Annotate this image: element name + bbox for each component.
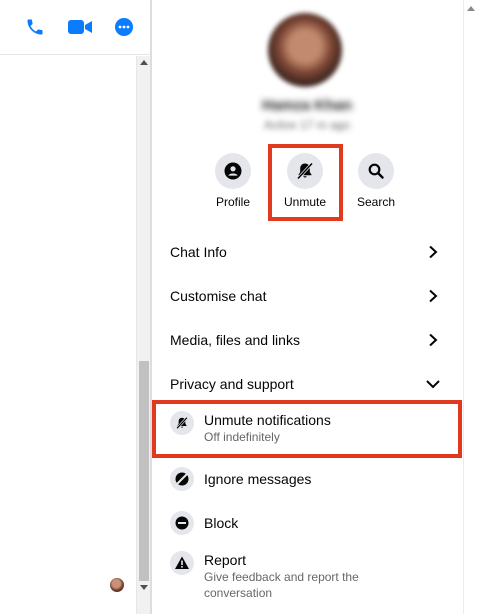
chevron-down-icon	[424, 375, 442, 393]
more-options-button[interactable]	[112, 15, 136, 39]
scroll-down-arrow-icon[interactable]	[140, 585, 148, 590]
profile-button[interactable]: Profile	[201, 153, 265, 215]
profile-button-label: Profile	[215, 195, 250, 209]
video-camera-icon	[68, 20, 92, 34]
search-button[interactable]: Search	[344, 153, 408, 215]
more-dots-icon	[115, 18, 133, 36]
seen-avatar	[110, 578, 124, 592]
unmute-highlight-box	[268, 144, 343, 221]
conversation-scrollbar[interactable]	[136, 56, 150, 614]
info-scrollbar[interactable]	[463, 0, 477, 614]
ignore-messages-item[interactable]: Ignore messages	[170, 467, 460, 491]
block-item[interactable]: Block	[170, 511, 460, 535]
report-item[interactable]: Report Give feedback and report the conv…	[170, 551, 460, 601]
chevron-right-icon	[424, 331, 442, 349]
phone-icon	[27, 19, 43, 35]
block-icon	[170, 511, 194, 535]
message-list	[0, 56, 136, 614]
scroll-up-arrow-icon[interactable]	[467, 6, 475, 11]
call-button[interactable]	[23, 15, 47, 39]
ignore-messages-icon	[170, 467, 194, 491]
conversation-header	[0, 0, 152, 55]
report-title: Report	[204, 552, 247, 568]
privacy-support-label: Privacy and support	[170, 376, 294, 392]
profile-avatar[interactable]	[268, 13, 342, 87]
chevron-right-icon	[424, 287, 442, 305]
scroll-up-arrow-icon[interactable]	[140, 60, 148, 65]
customise-chat-row[interactable]: Customise chat	[170, 274, 442, 318]
block-title: Block	[204, 515, 239, 531]
scrollbar-thumb[interactable]	[139, 361, 149, 581]
ignore-messages-title: Ignore messages	[204, 471, 312, 487]
report-subtitle: Give feedback and report the conversatio…	[204, 570, 359, 600]
chat-info-label: Chat Info	[170, 244, 227, 260]
conversation-info-pane: Hamza Khan Active 17 m ago Profile Unmut…	[152, 0, 477, 614]
search-button-label: Search	[356, 195, 396, 209]
conversation-pane	[0, 0, 152, 614]
chat-info-row[interactable]: Chat Info	[170, 230, 442, 274]
media-files-links-row[interactable]: Media, files and links	[170, 318, 442, 362]
person-icon	[224, 162, 242, 180]
unmute-notifications-highlight-box	[152, 400, 462, 458]
customise-chat-label: Customise chat	[170, 288, 267, 304]
profile-name: Hamza Khan	[261, 97, 353, 114]
search-icon	[368, 163, 384, 179]
media-files-links-label: Media, files and links	[170, 332, 300, 348]
video-call-button[interactable]	[66, 15, 94, 39]
warning-icon	[170, 551, 194, 575]
chevron-right-icon	[424, 243, 442, 261]
profile-status: Active 17 m ago	[263, 118, 351, 132]
